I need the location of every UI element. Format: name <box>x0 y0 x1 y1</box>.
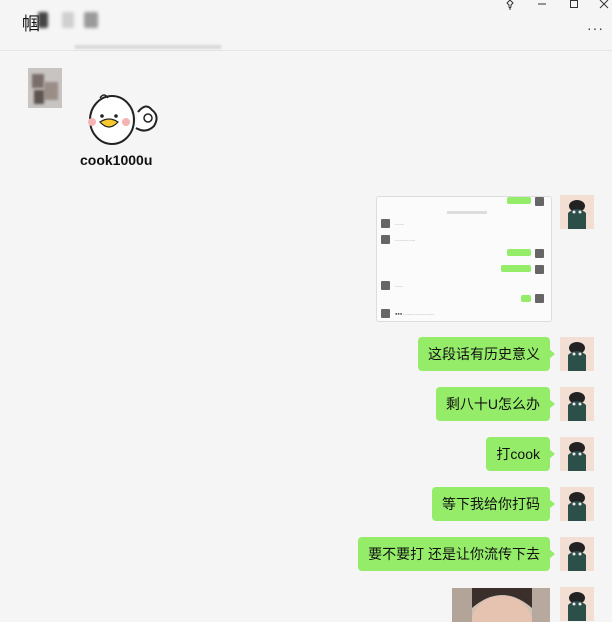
title-redaction <box>84 12 98 28</box>
my-avatar[interactable] <box>560 337 594 371</box>
sticker-caption: cook1000u <box>80 152 153 168</box>
pin-icon[interactable] <box>502 0 518 10</box>
subtitle-redaction <box>75 45 221 49</box>
my-avatar[interactable] <box>560 195 594 229</box>
maximize-icon[interactable] <box>566 0 582 10</box>
message-bubble[interactable]: 剩八十U怎么办 <box>435 387 556 421</box>
title-redaction <box>62 12 74 28</box>
message-bubble[interactable]: 等下我给你打码 <box>432 487 555 521</box>
my-avatar[interactable] <box>560 587 594 621</box>
more-options-icon[interactable]: ··· <box>587 20 604 36</box>
my-avatar[interactable] <box>560 487 594 521</box>
title-redaction <box>38 12 48 28</box>
screenshot-image[interactable]: ........ .................. ....... ●●● … <box>376 196 552 322</box>
message-bubble[interactable]: 打cook <box>486 437 555 471</box>
my-avatar[interactable] <box>560 387 594 421</box>
my-avatar[interactable] <box>560 537 594 571</box>
minimize-icon[interactable] <box>534 0 550 10</box>
contact-avatar[interactable] <box>28 68 62 108</box>
chat-header: 帼 ··· <box>0 0 612 51</box>
close-icon[interactable] <box>596 0 612 10</box>
my-avatar[interactable] <box>560 437 594 471</box>
message-bubble[interactable]: 这段话有历史意义 <box>418 337 555 371</box>
message-bubble[interactable]: 要不要打 还是让你流传下去 <box>358 537 555 571</box>
duck-ok-sticker[interactable] <box>82 94 166 148</box>
chat-window: 帼 ··· cook1000u ........ ...............… <box>0 0 612 622</box>
photo-message[interactable] <box>452 588 550 622</box>
